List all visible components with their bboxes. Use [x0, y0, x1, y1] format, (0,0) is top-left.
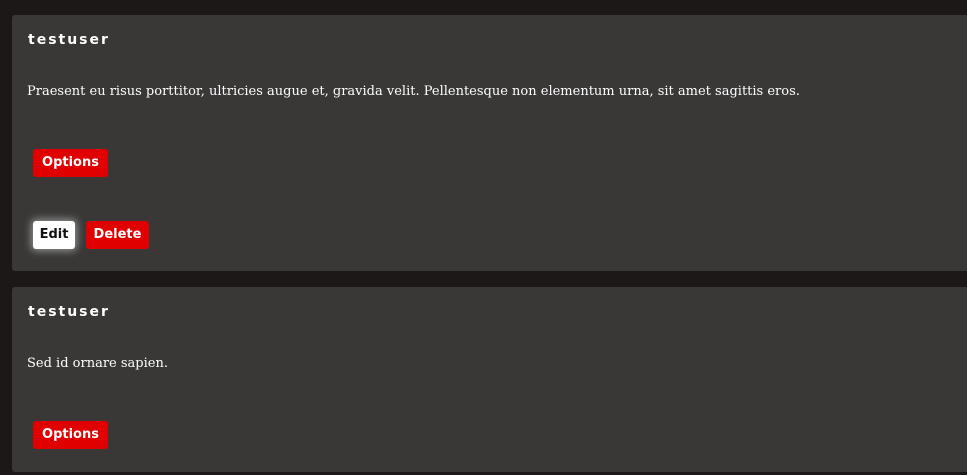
post-body: Praesent eu risus porttitor, ultricies a…	[27, 84, 800, 99]
options-button[interactable]: Options	[33, 149, 108, 177]
delete-button[interactable]: Delete	[86, 221, 149, 249]
post-card: testuser Sed id ornare sapien. Options	[12, 287, 967, 472]
post-feed: testuser Praesent eu risus porttitor, ul…	[0, 0, 967, 475]
post-card: testuser Praesent eu risus porttitor, ul…	[12, 15, 967, 271]
edit-button[interactable]: Edit	[33, 221, 75, 249]
options-button[interactable]: Options	[33, 421, 108, 449]
post-username[interactable]: testuser	[28, 304, 110, 320]
post-body: Sed id ornare sapien.	[27, 356, 168, 371]
post-username[interactable]: testuser	[28, 32, 110, 48]
